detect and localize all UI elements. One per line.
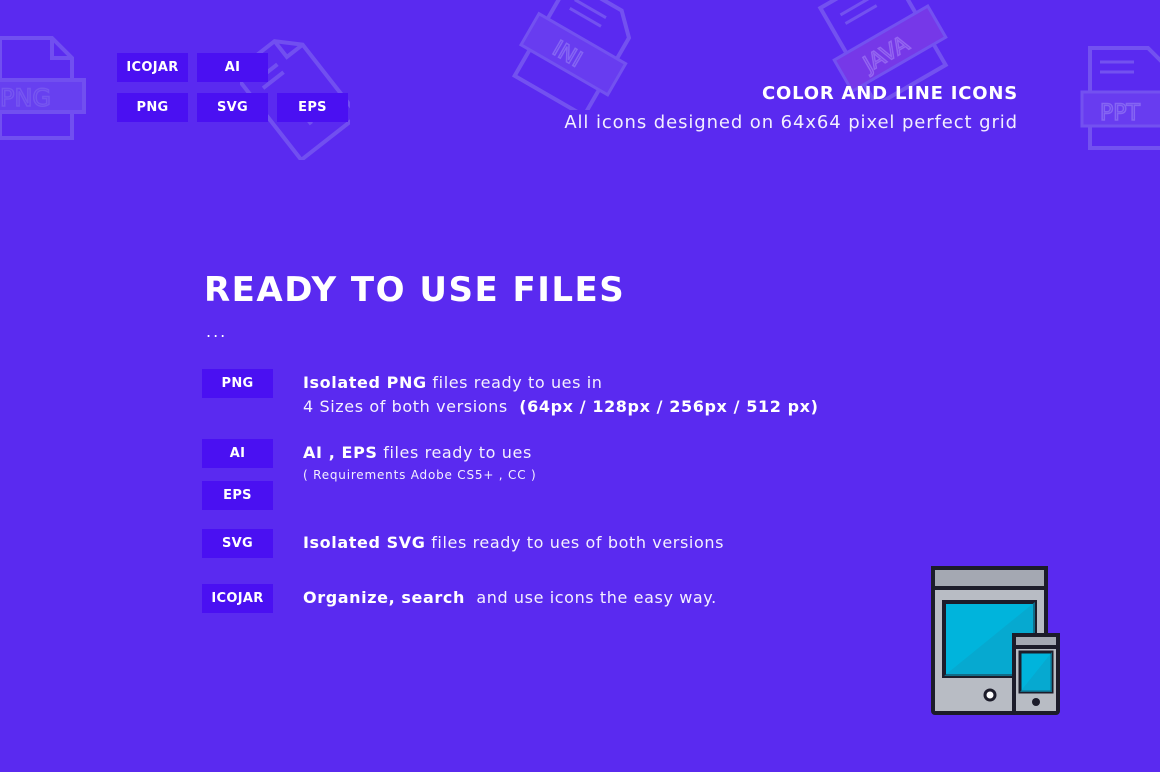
header-heading: COLOR AND LINE ICONS [761, 83, 1018, 104]
header-subheading: All icons designed on 64x64 pixel perfec… [564, 112, 1018, 133]
row-ai-eps-note: ( Requirements Adobe CS5+ , CC ) [303, 468, 537, 482]
header: COLOR AND LINE ICONS All icons designed … [564, 82, 1018, 138]
devices-icon [931, 566, 1060, 715]
row-badge-icojar: ICOJAR [202, 584, 273, 613]
row-ai-eps-bold: AI , EPS [303, 443, 378, 462]
ppt-file-icon-label: PPT [1100, 101, 1141, 126]
row-png-bold: Isolated PNG [303, 373, 427, 392]
row-badge-png: PNG [202, 369, 273, 398]
row-icojar-text: and use icons the easy way. [464, 588, 717, 607]
row-icojar-line1: Organize, search and use icons the easy … [303, 586, 717, 610]
badge-ai: AI [197, 53, 268, 82]
badge-icojar: ICOJAR [117, 53, 188, 82]
png-file-icon: PNG [0, 36, 86, 140]
row-badge-ai: AI [202, 439, 273, 468]
badge-png: PNG [117, 93, 188, 122]
section-title: READY TO USE FILES [204, 270, 626, 310]
ppt-file-icon: PPT [1080, 46, 1160, 150]
section-dots: ... [206, 322, 228, 341]
row-png-text: files ready to ues in [426, 373, 603, 392]
row-svg-line1: Isolated SVG files ready to ues of both … [303, 531, 724, 555]
row-png-line2-text: 4 Sizes of both versions [303, 397, 520, 416]
row-badge-eps: EPS [202, 481, 273, 510]
row-ai-eps-line1: AI , EPS files ready to ues [303, 441, 532, 465]
row-icojar-bold: Organize, search [303, 588, 465, 607]
row-png-sizes: (64px / 128px / 256px / 512 px) [519, 397, 819, 416]
row-svg-text: files ready to ues of both versions [425, 533, 725, 552]
row-ai-eps-text: files ready to ues [377, 443, 532, 462]
row-svg-bold: Isolated SVG [303, 533, 426, 552]
badge-eps: EPS [277, 93, 348, 122]
row-badge-svg: SVG [202, 529, 273, 558]
row-png-line2: 4 Sizes of both versions (64px / 128px /… [303, 395, 819, 419]
png-file-icon-label: PNG [0, 84, 51, 112]
row-png-line1: Isolated PNG files ready to ues in [303, 371, 603, 395]
badge-svg: SVG [197, 93, 268, 122]
